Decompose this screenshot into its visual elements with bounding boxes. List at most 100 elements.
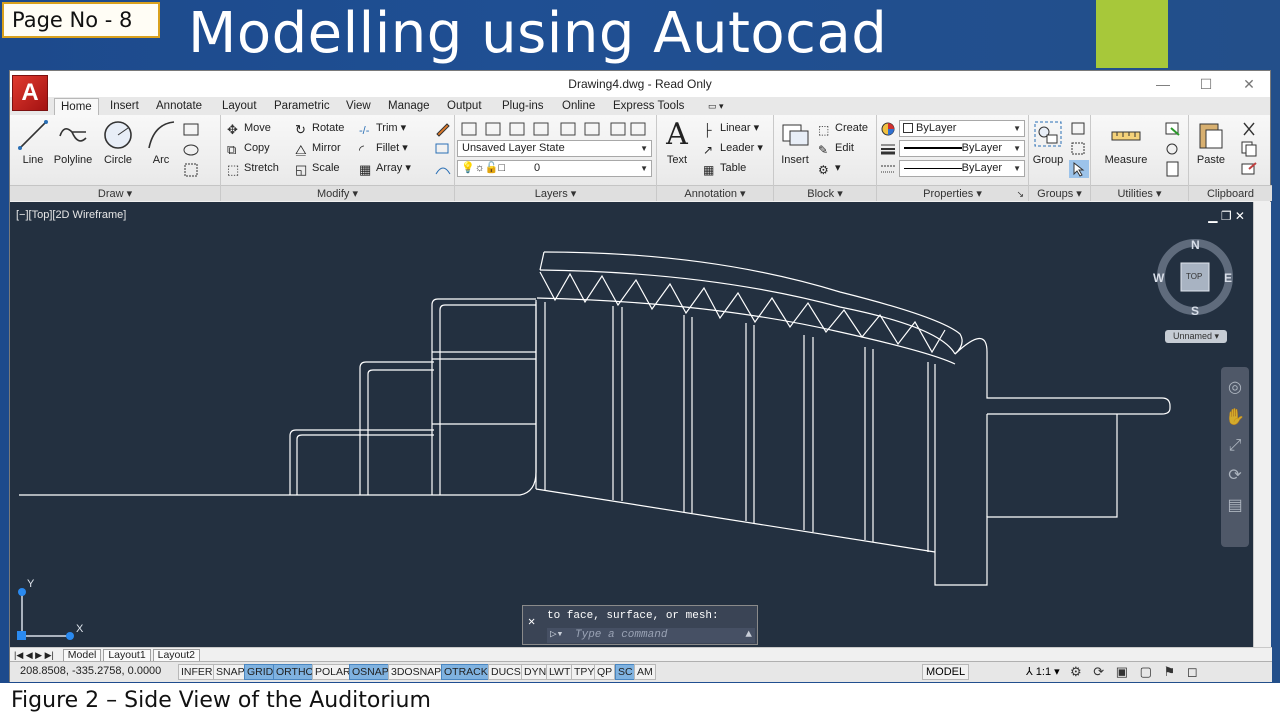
region-icon[interactable] — [182, 161, 202, 179]
tab-parametric[interactable]: Parametric — [268, 98, 336, 115]
ungroup-icon[interactable] — [1069, 120, 1089, 138]
compass-west[interactable]: W — [1153, 271, 1164, 285]
linetype-select[interactable]: ByLayer ▼ — [899, 160, 1025, 177]
annotation-scale[interactable]: ⅄ 1:1 ▾ — [1026, 665, 1060, 678]
insert-block-button[interactable]: Insert — [774, 118, 816, 166]
tab-output[interactable]: Output — [441, 98, 488, 115]
block-panel-title[interactable]: Block ▾ — [774, 185, 876, 201]
command-line[interactable]: ✕ to face, surface, or mesh: ▷▾ Type a c… — [522, 605, 758, 645]
trim-button[interactable]: -/- Trim ▾ — [359, 119, 406, 137]
erase-icon[interactable] — [433, 120, 453, 138]
groups-panel-title[interactable]: Groups ▾ — [1029, 185, 1090, 201]
navigation-bar[interactable]: ◎ ✋ ⤢ ⟳ ▤ — [1221, 367, 1249, 547]
tab-plugins[interactable]: Plug-ins — [496, 98, 550, 115]
fillet-button[interactable]: ◜ Fillet ▾ — [359, 139, 408, 157]
application-menu-button[interactable]: A — [12, 75, 48, 111]
tab-insert[interactable]: Insert — [104, 98, 145, 115]
copy-button[interactable]: ⧉ Copy — [227, 139, 270, 157]
block-attribute-button[interactable]: ⚙ ▾ — [818, 159, 841, 177]
annotation-panel-title[interactable]: Annotation ▾ — [657, 185, 773, 201]
edit-block-button[interactable]: ✎ Edit — [818, 139, 854, 157]
tab-view[interactable]: View — [340, 98, 377, 115]
pan-hand-icon[interactable]: ✋ — [1221, 407, 1249, 427]
paste-button[interactable]: Paste — [1191, 118, 1231, 166]
leader-button[interactable]: ↗ Leader ▾ — [703, 139, 763, 157]
toggle-qp[interactable]: QP — [594, 664, 616, 680]
dialog-launcher-icon[interactable]: ↘ — [1016, 186, 1024, 202]
draw-panel-title[interactable]: Draw ▾ — [10, 185, 220, 201]
toggle-ortho[interactable]: ORTHO — [273, 664, 317, 680]
toggle-osnap[interactable]: OSNAP — [349, 664, 392, 680]
compass-south[interactable]: S — [1191, 304, 1199, 318]
line-button[interactable]: Line — [11, 118, 55, 166]
lineweight-icon[interactable] — [880, 142, 896, 156]
tab-model[interactable]: Model — [62, 649, 102, 661]
lineweight-select[interactable]: ByLayer ▼ — [899, 140, 1025, 157]
toggle-sc[interactable]: SC — [615, 664, 636, 680]
steering-wheel-icon[interactable]: ◎ — [1221, 377, 1249, 397]
compass-east[interactable]: E — [1224, 271, 1232, 285]
tab-layout2[interactable]: Layout2 — [152, 649, 200, 661]
linetype-icon[interactable] — [880, 162, 896, 176]
clipboard-panel-title[interactable]: Clipboard — [1189, 185, 1272, 201]
orbit-icon[interactable]: ⟳ — [1221, 465, 1249, 485]
linear-dimension-button[interactable]: ├ Linear ▾ — [703, 119, 759, 137]
circle-button[interactable]: Circle — [96, 118, 140, 166]
toggle-otrack[interactable]: OTRACK — [441, 664, 491, 680]
status-tray-icons[interactable]: ⚙ ⟳ ▣ ▢ ⚑ ◻ — [1070, 664, 1202, 680]
command-input[interactable]: ▷▾ Type a command ▲ — [547, 628, 755, 643]
utilities-panel-title[interactable]: Utilities ▾ — [1091, 185, 1188, 201]
toggle-snap[interactable]: SNAP — [213, 664, 248, 680]
close-button[interactable]: ✕ — [1234, 74, 1264, 94]
viewcube-top-face[interactable]: TOP — [1186, 272, 1202, 281]
group-button[interactable]: Group — [1029, 118, 1067, 166]
create-block-button[interactable]: ⬚ Create — [818, 119, 868, 137]
toggle-infer[interactable]: INFER — [178, 664, 216, 680]
arc-button[interactable]: Arc — [139, 118, 183, 166]
explode-icon[interactable] — [433, 140, 453, 158]
tab-annotate[interactable]: Annotate — [150, 98, 208, 115]
color-select[interactable]: ByLayer ▼ — [899, 120, 1025, 137]
quick-select-icon[interactable] — [1163, 120, 1183, 138]
tab-online[interactable]: Online — [556, 98, 601, 115]
compass-north[interactable]: N — [1191, 238, 1200, 252]
ribbon-toggle-button[interactable]: ▭ ▾ — [702, 98, 730, 115]
layer-state-select[interactable]: Unsaved Layer State ▼ — [457, 140, 652, 157]
tab-home[interactable]: Home — [54, 98, 99, 115]
array-button[interactable]: ▦ Array ▾ — [359, 159, 411, 177]
toggle-lwt[interactable]: LWT — [546, 664, 574, 680]
measure-button[interactable]: Measure — [1101, 118, 1151, 166]
copy-clip-icon[interactable] — [1239, 140, 1259, 158]
group-selection-icon[interactable] — [1069, 160, 1089, 178]
chevron-up-icon[interactable]: ▲ — [745, 628, 752, 642]
zoom-extents-icon[interactable]: ⤢ — [1221, 437, 1249, 455]
tab-express-tools[interactable]: Express Tools — [607, 98, 690, 115]
tab-manage[interactable]: Manage — [382, 98, 436, 115]
hatch-icon[interactable] — [182, 141, 202, 159]
offset-icon[interactable] — [433, 160, 453, 178]
layer-select[interactable]: 💡☼🔓□ 0 ▼ — [457, 160, 652, 177]
toggle-dyn[interactable]: DYN — [521, 664, 550, 680]
calculator-icon[interactable] — [1163, 160, 1183, 178]
layout-nav-arrows[interactable]: |◀ ◀ ▶ ▶| — [14, 650, 54, 660]
mirror-button[interactable]: ⧋ Mirror — [295, 139, 341, 157]
layers-panel-title[interactable]: Layers ▾ — [455, 185, 656, 201]
color-wheel-icon[interactable] — [880, 121, 896, 137]
minimize-button[interactable]: — — [1148, 74, 1178, 94]
toggle-grid[interactable]: GRID — [244, 664, 277, 680]
toggle-3dosnap[interactable]: 3DOSNAP — [388, 664, 445, 680]
polyline-button[interactable]: Polyline — [50, 118, 96, 166]
rotate-button[interactable]: ↻ Rotate — [295, 119, 344, 137]
stretch-button[interactable]: ⬚ Stretch — [227, 159, 279, 177]
model-space-button[interactable]: MODEL — [922, 664, 970, 680]
group-edit-icon[interactable] — [1069, 140, 1089, 158]
match-properties-icon[interactable] — [1239, 160, 1259, 178]
close-icon[interactable]: ✕ — [528, 614, 535, 629]
vertical-scrollbar[interactable] — [1253, 202, 1271, 647]
showmotion-icon[interactable]: ▤ — [1221, 495, 1249, 515]
ucs-menu[interactable]: Unnamed ▾ — [1165, 330, 1227, 343]
cut-icon[interactable] — [1239, 120, 1259, 138]
properties-panel-title[interactable]: Properties ▾ ↘ — [877, 185, 1028, 201]
tab-layout1[interactable]: Layout1 — [103, 649, 151, 661]
table-button[interactable]: ▦ Table — [703, 159, 746, 177]
